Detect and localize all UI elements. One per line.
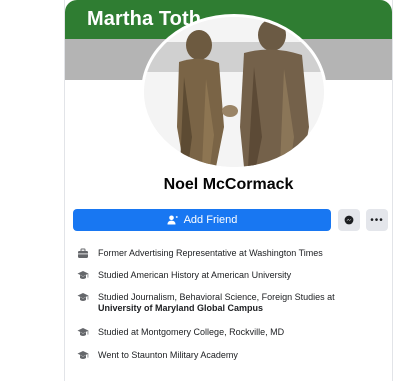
graduation-cap-icon [77,293,89,301]
profile-card: Martha Toth Noel McCormack Add Friend ••… [64,0,393,381]
graduation-cap-icon [77,271,89,279]
info-text-block: Studied Journalism, Behavioral Science, … [98,292,335,314]
add-friend-icon [167,215,178,225]
info-text: Studied American History at American Uni… [98,270,292,280]
info-education: Went to Staunton Military Academy [77,350,238,361]
info-education: Studied at Montgomery College, Rockville… [77,327,284,338]
info-text: Studied Journalism, Behavioral Science, … [98,292,335,302]
info-education: Studied Journalism, Behavioral Science, … [77,292,335,314]
school-link[interactable]: University of Maryland Global Campus [98,303,263,313]
graduation-cap-icon [77,328,89,336]
profile-photo[interactable] [141,14,327,170]
messenger-icon [344,215,354,225]
profile-name: Noel McCormack [163,176,294,193]
add-friend-button[interactable]: Add Friend [73,209,331,231]
briefcase-icon [78,248,88,258]
info-education: Studied American History at American Uni… [77,270,291,281]
more-options-button[interactable]: ••• [366,209,388,231]
info-text: Went to Staunton Military Academy [98,350,238,360]
more-options-icon: ••• [370,214,384,226]
message-button[interactable] [338,209,360,231]
info-text: Former Advertising Representative at Was… [98,248,323,258]
info-text: Studied at Montgomery College, Rockville… [98,327,285,337]
info-work: Former Advertising Representative at Was… [77,248,323,259]
add-friend-label: Add Friend [183,214,238,226]
graduation-cap-icon [77,351,89,359]
